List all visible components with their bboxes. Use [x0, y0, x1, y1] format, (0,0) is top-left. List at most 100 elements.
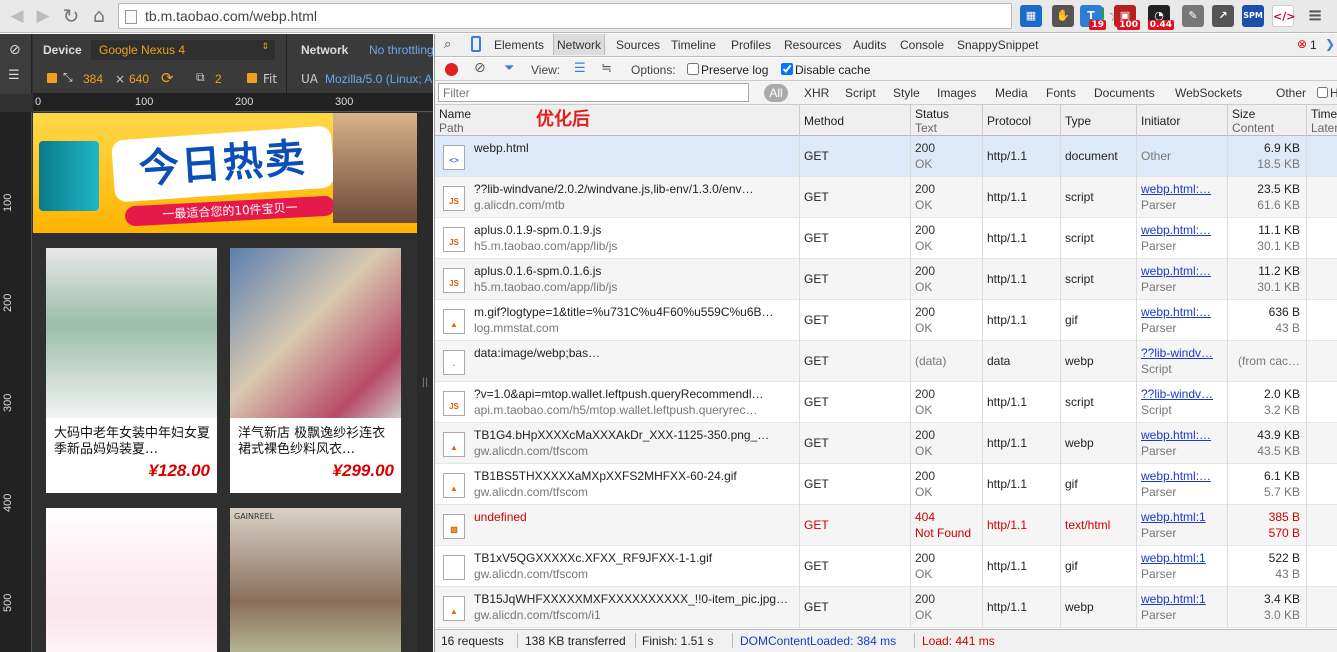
hot-sale-banner[interactable]: 今日热卖 一最适合您的10件宝贝一 [33, 113, 417, 233]
request-initiator[interactable]: webp.html:… [1141, 428, 1211, 442]
dpr-field[interactable]: 2 [215, 72, 222, 86]
tab-resources[interactable]: Resources [781, 37, 844, 53]
clear-icon[interactable]: ⊘ [474, 60, 486, 76]
request-initiator[interactable]: webp.html:… [1141, 305, 1211, 319]
swap-dimensions-icon[interactable]: ⟳ [161, 69, 174, 87]
filter-type-all[interactable]: All [764, 84, 788, 102]
request-name[interactable]: TB1BS5THXXXXXaMXpXXFS2MHFXX-60-24.gif [474, 469, 737, 483]
menu-icon[interactable]: ≡ [1304, 5, 1326, 27]
column-status[interactable]: Status Text [911, 105, 983, 136]
request-name[interactable]: webp.html [474, 141, 529, 155]
device-select[interactable]: Google Nexus 4 ⇕ [91, 40, 275, 60]
error-icon[interactable]: ⊗ [1297, 37, 1307, 51]
filter-type-fonts[interactable]: Fonts [1046, 86, 1076, 100]
table-row[interactable]: ▲ TB15JqWHFXXXXXMXFXXXXXXXXXX_!!0-item_pi… [435, 587, 1337, 628]
chart-icon[interactable]: ↗ [1212, 5, 1234, 27]
table-row[interactable]: ▲ TB1BS5THXXXXXaMXpXXFS2MHFXX-60-24.gif gw… [435, 464, 1337, 505]
column-type[interactable]: Type [1061, 105, 1137, 136]
filter-icon[interactable]: ⏷ [504, 61, 514, 76]
filter-type-media[interactable]: Media [995, 86, 1028, 100]
code-icon[interactable]: </> [1272, 5, 1295, 27]
request-initiator[interactable]: ??lib-windv… [1141, 387, 1213, 401]
emulate-checkbox[interactable] [47, 73, 57, 83]
filter-type-images[interactable]: Images [937, 86, 976, 100]
product-card[interactable]: 大码中老年女装中年妇女夏季新品妈妈装夏… ¥128.00 [46, 248, 217, 493]
disable-cache-checkbox[interactable] [781, 63, 793, 75]
hand-icon[interactable]: ✋ [1052, 5, 1074, 27]
network-select[interactable]: No throttling [369, 43, 433, 57]
table-row[interactable]: JS aplus.0.1.9-spm.0.1.9.js h5.m.taobao.co… [435, 218, 1337, 259]
tab-timeline[interactable]: Timeline [668, 37, 719, 53]
speed-meter-icon[interactable]: ◔ 0.44 [1147, 5, 1174, 30]
column-time[interactable]: Time Laten [1307, 105, 1337, 136]
tab-profiles[interactable]: Profiles [728, 37, 774, 53]
no-emulation-icon[interactable]: ⊘ [9, 42, 21, 58]
request-name[interactable]: m.gif?logtype=1&title=%u731C%u4F60%u559C… [474, 305, 774, 319]
product-card[interactable]: 洋气新店 极飘逸纱衫连衣裙式裸色纱料风衣… ¥299.00 [230, 248, 401, 493]
tab-snappysnippet[interactable]: SnappySnippet [954, 37, 1041, 53]
column-name[interactable]: Name Path 优化后 [435, 105, 800, 136]
preserve-log-checkbox[interactable] [687, 63, 699, 75]
column-protocol[interactable]: Protocol [983, 105, 1061, 136]
tab-audits[interactable]: Audits [850, 37, 889, 53]
filter-type-script[interactable]: Script [845, 86, 876, 100]
qr-code-icon[interactable]: ▦ [1020, 5, 1042, 27]
request-initiator[interactable]: webp.html:… [1141, 469, 1211, 483]
spm-icon[interactable]: SPM [1242, 5, 1264, 27]
request-name[interactable]: aplus.0.1.6-spm.0.1.6.js [474, 264, 601, 278]
table-row[interactable]: <> webp.html GET 200 OK http/1.1 document Other… [435, 136, 1337, 177]
fit-checkbox[interactable] [247, 73, 257, 83]
request-name[interactable]: undefined [474, 510, 527, 524]
filter-type-xhr[interactable]: XHR [804, 86, 829, 100]
tab-console[interactable]: Console [897, 37, 947, 53]
reload-icon[interactable]: ↻ [58, 3, 84, 29]
viewport-resize-handle[interactable]: || [417, 113, 433, 652]
column-initiator[interactable]: Initiator [1137, 105, 1228, 136]
filter-input[interactable] [438, 83, 749, 102]
home-icon[interactable]: ⌂ [86, 3, 112, 29]
filter-type-documents[interactable]: Documents [1094, 86, 1155, 100]
request-name[interactable]: TB1G4.bHpXXXXcMaXXXAkDr_XXX-1125-350.png… [474, 428, 769, 442]
tab-elements[interactable]: Elements [491, 37, 547, 53]
inspect-icon[interactable]: ⌕ [444, 37, 451, 52]
media-query-icon[interactable]: ☰ [8, 68, 20, 83]
request-initiator[interactable]: webp.html:1 [1141, 592, 1206, 606]
request-initiator[interactable]: webp.html:… [1141, 223, 1211, 237]
product-card[interactable]: GAINREEL [230, 508, 401, 652]
large-rows-icon[interactable]: ☰ [574, 61, 586, 76]
tab-sources[interactable]: Sources [613, 37, 663, 53]
hide-data-urls-checkbox[interactable] [1317, 87, 1328, 98]
extension-lock-icon[interactable]: ▣ 100 [1114, 5, 1140, 30]
request-initiator[interactable]: webp.html:… [1141, 182, 1211, 196]
table-row[interactable]: JS ??lib-windvane/2.0.2/windvane.js,lib-e… [435, 177, 1337, 218]
width-field[interactable]: 384 [83, 72, 103, 86]
request-name[interactable]: aplus.0.1.9-spm.0.1.9.js [474, 223, 601, 237]
table-row[interactable]: ▧ undefined GET 404 Not Found http/1.1 text/ht… [435, 505, 1337, 546]
emulated-viewport[interactable]: 今日热卖 一最适合您的10件宝贝一 大码中老年女装中年妇女夏季新品妈妈装夏… ¥… [33, 113, 417, 652]
device-mode-icon[interactable] [471, 36, 481, 52]
filter-type-other[interactable]: Other [1276, 86, 1306, 100]
address-bar[interactable]: tb.m.taobao.com/webp.html T ☆ [118, 3, 1124, 29]
table-row[interactable]: JS ?v=1.0&api=mtop.wallet.leftpush.queryR… [435, 382, 1337, 423]
record-icon[interactable] [445, 63, 458, 76]
table-row[interactable]: TB1xV5QGXXXXXc.XFXX_RF9JFXX-1-1.gif gw.al… [435, 546, 1337, 587]
forward-arrow-icon[interactable]: ▶ [30, 3, 56, 29]
back-arrow-icon[interactable]: ◀ [4, 3, 30, 29]
request-name[interactable]: ?v=1.0&api=mtop.wallet.leftpush.queryRec… [474, 387, 764, 401]
filter-type-style[interactable]: Style [893, 86, 920, 100]
overview-icon[interactable]: ≒ [601, 61, 612, 76]
ua-field[interactable]: Mozilla/5.0 (Linux; Android 4.4.4; en-us… [325, 72, 433, 86]
table-row[interactable]: ▲ TB1G4.bHpXXXXcMaXXXAkDr_XXX-1125-350.pn… [435, 423, 1337, 464]
filter-type-websockets[interactable]: WebSockets [1175, 86, 1242, 100]
extension-t-icon[interactable]: T 19 [1080, 5, 1106, 30]
more-tabs-icon[interactable]: ❯ [1325, 37, 1335, 51]
table-row[interactable]: ▲ m.gif?logtype=1&title=%u731C%u4F60%u559… [435, 300, 1337, 341]
column-method[interactable]: Method [800, 105, 911, 136]
request-name[interactable]: TB1xV5QGXXXXXc.XFXX_RF9JFXX-1-1.gif [474, 551, 712, 565]
request-name[interactable]: TB15JqWHFXXXXXMXFXXXXXXXXXX_!!0-item_pic… [474, 592, 788, 606]
tab-network[interactable]: Network [553, 34, 606, 55]
request-initiator[interactable]: webp.html:… [1141, 264, 1211, 278]
request-initiator[interactable]: webp.html:1 [1141, 510, 1206, 524]
request-name[interactable]: ??lib-windvane/2.0.2/windvane.js,lib-env… [474, 182, 754, 196]
wrench-icon[interactable]: ✎ [1182, 5, 1204, 27]
